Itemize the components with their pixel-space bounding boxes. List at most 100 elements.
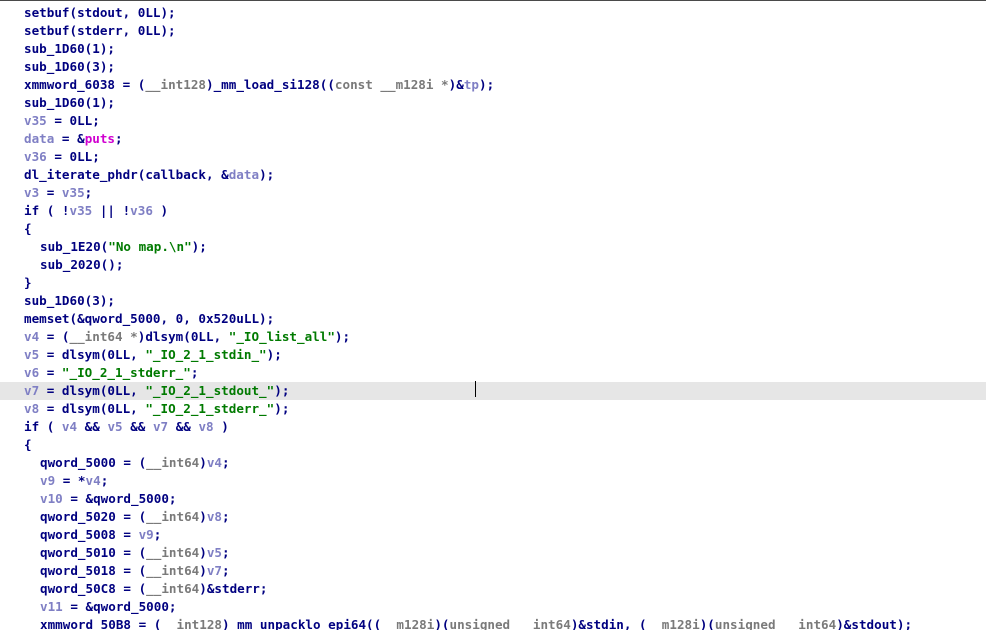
code-line[interactable]: v36 = 0LL; bbox=[0, 148, 986, 166]
code-token: v8 bbox=[206, 509, 222, 524]
code-line[interactable]: { bbox=[0, 220, 986, 238]
code-token: tp bbox=[463, 77, 479, 92]
code-token: if ( ! bbox=[24, 203, 70, 218]
code-line[interactable]: v35 = 0LL; bbox=[0, 112, 986, 130]
code-token: = dlsym(0LL, bbox=[39, 347, 146, 362]
code-token: v35 bbox=[61, 185, 85, 200]
code-line[interactable]: setbuf(stdout, 0LL); bbox=[0, 4, 986, 22]
code-line[interactable]: qword_50C8 = (__int64)&stderr; bbox=[0, 580, 986, 598]
code-line[interactable]: data = &puts; bbox=[0, 130, 986, 148]
code-token: v36 bbox=[24, 149, 47, 164]
code-line[interactable]: if ( v4 && v5 && v7 && v8 ) bbox=[0, 418, 986, 436]
code-token: "_IO_2_1_stderr_" bbox=[145, 401, 275, 416]
code-token: v9 bbox=[40, 473, 56, 488]
code-token: ; bbox=[115, 131, 123, 146]
code-token: puts bbox=[84, 131, 116, 146]
code-token: qword_50C8 = ( bbox=[40, 581, 147, 596]
code-token: && bbox=[77, 419, 108, 434]
code-line[interactable]: v8 = dlsym(0LL, "_IO_2_1_stderr_"); bbox=[0, 400, 986, 418]
code-token: )&stdout); bbox=[836, 617, 913, 630]
code-line[interactable]: } bbox=[0, 274, 986, 292]
code-token: )& bbox=[448, 77, 464, 92]
code-line[interactable]: sub_1D60(1); bbox=[0, 40, 986, 58]
code-line[interactable]: qword_5020 = (__int64)v8; bbox=[0, 508, 986, 526]
code-line[interactable]: v5 = dlsym(0LL, "_IO_2_1_stdin_"); bbox=[0, 346, 986, 364]
code-line[interactable]: sub_2020(); bbox=[0, 256, 986, 274]
code-line[interactable]: xmmword_50B8 = (__int128)_mm_unpacklo_ep… bbox=[0, 616, 986, 630]
code-token: ) bbox=[152, 203, 169, 218]
code-token: qword_5000 = ( bbox=[40, 455, 147, 470]
code-token: v6 bbox=[24, 365, 40, 380]
code-line[interactable]: memset(&qword_5000, 0, 0x520uLL); bbox=[0, 310, 986, 328]
code-line[interactable]: sub_1D60(3); bbox=[0, 58, 986, 76]
code-token: qword_5010 = ( bbox=[40, 545, 147, 560]
code-token: ; bbox=[222, 455, 230, 470]
code-token: memset(&qword_5000, 0, 0x520uLL); bbox=[24, 311, 275, 326]
code-token: v11 bbox=[40, 599, 63, 614]
code-token: unsigned __int64 bbox=[449, 617, 571, 630]
code-token: v5 bbox=[24, 347, 40, 362]
code-token: ; bbox=[222, 509, 230, 524]
code-token: = &qword_5000; bbox=[62, 491, 177, 506]
code-line[interactable]: dl_iterate_phdr(callback, &data); bbox=[0, 166, 986, 184]
code-line[interactable]: xmmword_6038 = (__int128)_mm_load_si128(… bbox=[0, 76, 986, 94]
code-line[interactable]: v3 = v35; bbox=[0, 184, 986, 202]
code-line[interactable]: v9 = *v4; bbox=[0, 472, 986, 490]
code-line[interactable]: if ( !v35 || !v36 ) bbox=[0, 202, 986, 220]
code-token: __int64 bbox=[146, 563, 200, 578]
code-token: v8 bbox=[198, 419, 214, 434]
code-token: ; bbox=[222, 563, 230, 578]
code-token: ); bbox=[274, 401, 290, 416]
code-token: ) bbox=[213, 419, 229, 434]
code-line[interactable]: v6 = "_IO_2_1_stderr_"; bbox=[0, 364, 986, 382]
code-token: = dlsym(0LL, bbox=[39, 401, 146, 416]
code-token: dl_iterate_phdr(callback, & bbox=[24, 167, 229, 182]
code-token: v3 bbox=[24, 185, 40, 200]
code-token: ); bbox=[334, 329, 351, 344]
code-token: )_mm_load_si128(( bbox=[206, 77, 335, 92]
code-token: v7 bbox=[206, 563, 222, 578]
code-line[interactable]: v4 = (__int64 *)dlsym(0LL, "_IO_list_all… bbox=[0, 328, 986, 346]
code-token: sub_1D60(3); bbox=[24, 59, 115, 74]
code-token: ; bbox=[190, 365, 199, 380]
code-token: = ( bbox=[39, 329, 70, 344]
code-line[interactable]: qword_5018 = (__int64)v7; bbox=[0, 562, 986, 580]
code-token: ); bbox=[274, 383, 290, 398]
code-token: ; bbox=[153, 527, 162, 542]
code-line[interactable]: sub_1D60(3); bbox=[0, 292, 986, 310]
code-token: = & bbox=[54, 131, 85, 146]
code-token: ); bbox=[266, 347, 282, 362]
code-token: __int64 bbox=[146, 509, 200, 524]
code-token: const __m128i * bbox=[334, 77, 449, 92]
code-token: "_IO_2_1_stderr_" bbox=[61, 365, 191, 380]
code-line[interactable]: qword_5010 = (__int64)v5; bbox=[0, 544, 986, 562]
code-line[interactable]: setbuf(stderr, 0LL); bbox=[0, 22, 986, 40]
code-line[interactable]: v10 = &qword_5000; bbox=[0, 490, 986, 508]
code-token: ); bbox=[191, 239, 207, 254]
code-token: v4 bbox=[24, 329, 40, 344]
code-token: v4 bbox=[85, 473, 101, 488]
code-line[interactable]: sub_1E20("No map.\n"); bbox=[0, 238, 986, 256]
code-line[interactable]: qword_5000 = (__int64)v4; bbox=[0, 454, 986, 472]
code-token: || ! bbox=[92, 203, 131, 218]
code-token: )_mm_unpacklo_epi64(( bbox=[222, 617, 382, 630]
code-token: v5 bbox=[206, 545, 222, 560]
code-line[interactable]: v11 = &qword_5000; bbox=[0, 598, 986, 616]
code-token: v9 bbox=[138, 527, 154, 542]
code-token: __int128 bbox=[145, 77, 206, 92]
text-caret bbox=[475, 381, 476, 397]
code-line[interactable]: qword_5008 = v9; bbox=[0, 526, 986, 544]
code-line[interactable]: { bbox=[0, 436, 986, 454]
code-token: )( bbox=[699, 617, 715, 630]
code-token: data bbox=[24, 131, 55, 146]
code-token: && bbox=[168, 419, 199, 434]
code-token: ) bbox=[199, 563, 207, 578]
code-token: if ( bbox=[24, 419, 62, 434]
code-token: "_IO_2_1_stdin_" bbox=[145, 347, 267, 362]
code-token: sub_1E20( bbox=[40, 239, 109, 254]
pseudocode-view[interactable]: setbuf(stdout, 0LL); setbuf(stderr, 0LL);… bbox=[0, 0, 986, 630]
code-token: ); bbox=[259, 167, 275, 182]
code-line[interactable]: sub_1D60(1); bbox=[0, 94, 986, 112]
code-line[interactable]: v7 = dlsym(0LL, "_IO_2_1_stdout_"); bbox=[0, 382, 986, 400]
code-token: )&stdin, ( bbox=[570, 617, 647, 630]
